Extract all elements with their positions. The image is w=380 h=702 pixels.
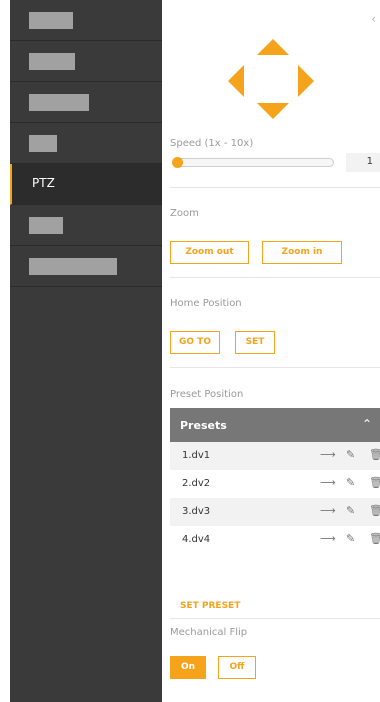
- speed-slider-thumb[interactable]: [172, 157, 183, 168]
- preset-row: 1.dv1 ⟶ ✎ 🗑: [170, 442, 380, 470]
- preset-row: 2.dv2 ⟶ ✎ 🗑: [170, 470, 380, 498]
- pencil-icon[interactable]: ✎: [346, 532, 355, 545]
- redacted-label: [29, 12, 73, 29]
- arrow-right-icon[interactable]: [298, 65, 314, 97]
- divider: [170, 367, 380, 368]
- trash-icon[interactable]: 🗑: [369, 532, 380, 545]
- ptz-panel: ‹ Speed (1x - 10x) 1 Zoom Zoom out Zoom …: [162, 0, 380, 702]
- redacted-label: [29, 217, 63, 234]
- redacted-label: [29, 258, 117, 275]
- speed-value: 1: [346, 153, 380, 172]
- trash-icon[interactable]: 🗑: [369, 448, 380, 461]
- go-arrow-icon[interactable]: ⟶: [320, 532, 336, 545]
- go-arrow-icon[interactable]: ⟶: [320, 448, 336, 461]
- go-arrow-icon[interactable]: ⟶: [320, 476, 336, 489]
- flip-off-button[interactable]: Off: [218, 656, 256, 679]
- zoom-out-button[interactable]: Zoom out: [170, 241, 249, 264]
- pencil-icon[interactable]: ✎: [346, 504, 355, 517]
- goto-home-button[interactable]: GO TO: [170, 331, 220, 354]
- preset-row: 4.dv4 ⟶ ✎ 🗑: [170, 526, 380, 554]
- divider: [170, 187, 380, 188]
- pencil-icon[interactable]: ✎: [346, 448, 355, 461]
- redacted-label: [29, 135, 57, 152]
- direction-pad: [224, 36, 322, 122]
- preset-name: 1.dv1: [182, 450, 211, 461]
- presets-header-label: Presets: [180, 419, 227, 432]
- preset-name: 2.dv2: [182, 478, 211, 489]
- set-home-button[interactable]: SET: [235, 331, 275, 354]
- sidebar-item-6[interactable]: [10, 205, 162, 246]
- sidebar-item-4[interactable]: [10, 123, 162, 164]
- mechanical-flip-label: Mechanical Flip: [170, 627, 248, 638]
- trash-icon[interactable]: 🗑: [369, 476, 380, 489]
- preset-position-label: Preset Position: [170, 389, 244, 400]
- sidebar-item-7[interactable]: [10, 246, 162, 287]
- arrow-left-icon[interactable]: [228, 65, 244, 97]
- sidebar-item-ptz[interactable]: PTZ: [10, 164, 162, 205]
- speed-label: Speed (1x - 10x): [170, 138, 254, 149]
- trash-icon[interactable]: 🗑: [369, 504, 380, 517]
- pencil-icon[interactable]: ✎: [346, 476, 355, 489]
- sidebar-item-1[interactable]: [10, 0, 162, 41]
- divider: [170, 618, 380, 619]
- divider: [170, 277, 380, 278]
- go-arrow-icon[interactable]: ⟶: [320, 504, 336, 517]
- set-preset-button[interactable]: SET PRESET: [180, 601, 240, 611]
- sidebar-item-label: PTZ: [32, 176, 55, 190]
- sidebar-item-2[interactable]: [10, 41, 162, 82]
- zoom-in-button[interactable]: Zoom in: [262, 241, 342, 264]
- arrow-up-icon[interactable]: [257, 39, 289, 55]
- redacted-label: [29, 94, 89, 111]
- redacted-label: [29, 53, 75, 70]
- zoom-label: Zoom: [170, 208, 199, 219]
- chevron-left-icon[interactable]: ‹: [371, 12, 376, 26]
- presets-header[interactable]: Presets ⌃: [170, 408, 380, 442]
- speed-slider-track[interactable]: [176, 158, 334, 167]
- preset-name: 4.dv4: [182, 534, 211, 545]
- arrow-down-icon[interactable]: [257, 103, 289, 119]
- preset-name: 3.dv3: [182, 506, 211, 517]
- preset-row: 3.dv3 ⟶ ✎ 🗑: [170, 498, 380, 526]
- home-position-label: Home Position: [170, 298, 242, 309]
- flip-on-button[interactable]: On: [170, 656, 206, 679]
- chevron-up-icon[interactable]: ⌃: [362, 417, 372, 431]
- sidebar: PTZ: [10, 0, 162, 702]
- sidebar-item-3[interactable]: [10, 82, 162, 123]
